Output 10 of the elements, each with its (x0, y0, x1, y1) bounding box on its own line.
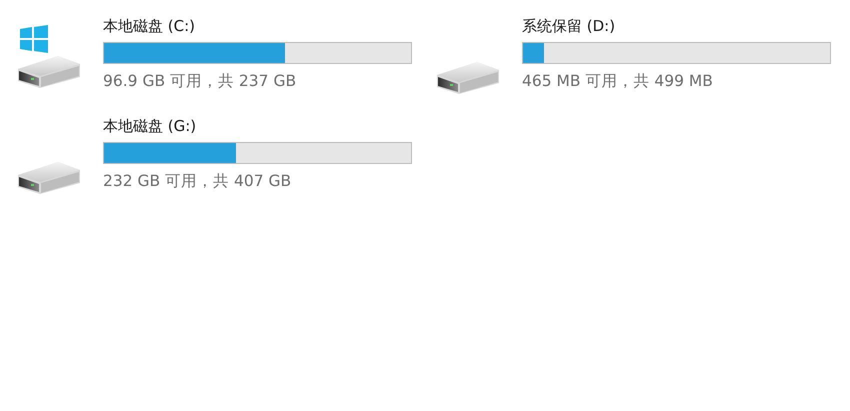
windows-logo-icon (20, 25, 48, 53)
drive-name: 系统保留 (D:) (522, 16, 616, 37)
free-space-text: 465 MB 可用，共 499 MB (522, 71, 714, 92)
free-space-text: 96.9 GB 可用，共 237 GB (103, 71, 298, 92)
drive-name: 本地磁盘 (G:) (103, 116, 198, 137)
hard-drive-icon (18, 161, 80, 195)
drive-name: 本地磁盘 (C:) (103, 16, 196, 37)
hard-drive-icon (437, 61, 499, 95)
hard-drive-icon (18, 55, 80, 89)
free-space-text: 232 GB 可用，共 407 GB (103, 171, 292, 192)
